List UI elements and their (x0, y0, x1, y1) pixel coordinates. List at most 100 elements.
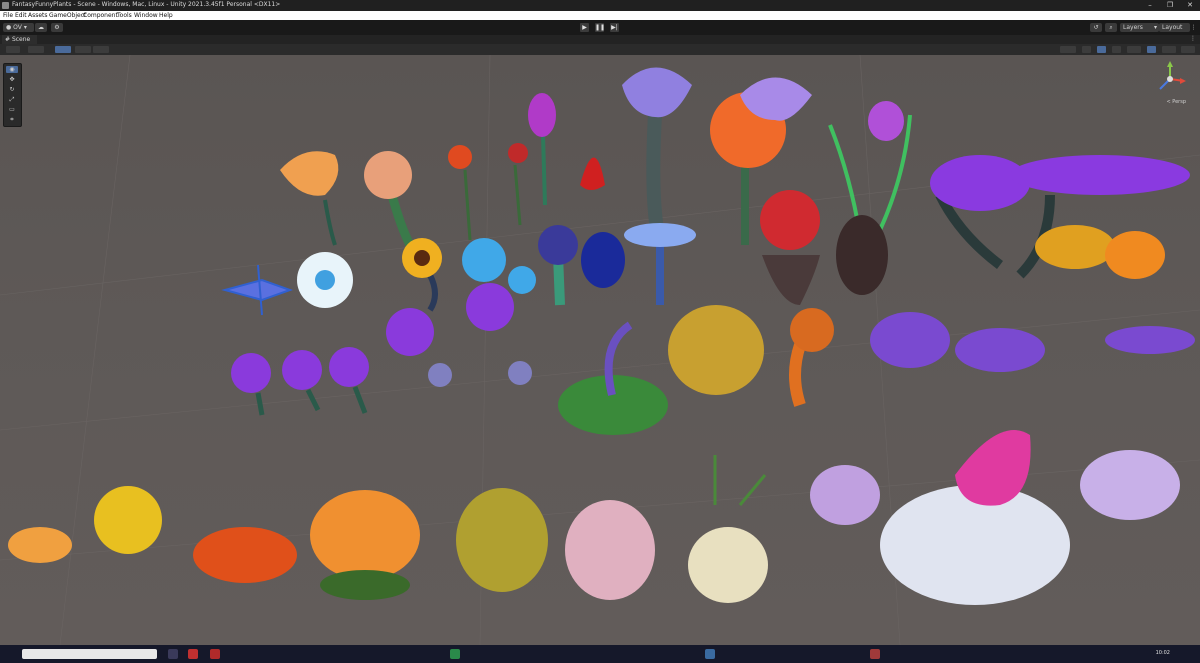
plant-navy-berries[interactable] (538, 225, 625, 306)
align-button[interactable] (93, 46, 109, 53)
app-icon[interactable] (210, 649, 220, 659)
plant-yellow-sunflower[interactable] (402, 238, 442, 312)
tab-scene[interactable]: # Scene (2, 35, 37, 44)
menu-component[interactable]: Component (83, 12, 118, 19)
plant-violet-octopus-mushrooms[interactable] (870, 312, 1195, 372)
plant-red-spiky-vase[interactable] (760, 190, 820, 305)
plant-orange-spiral-stalk[interactable] (789, 308, 834, 407)
plant-blue-urchin-stalk[interactable] (624, 223, 696, 305)
menu-bar: File Edit Assets GameObject Component To… (0, 11, 1200, 20)
plant-red-feather[interactable] (580, 157, 605, 191)
app-icon[interactable] (870, 649, 880, 659)
2d-toggle[interactable] (1082, 46, 1091, 53)
audio-toggle-icon[interactable] (1112, 46, 1121, 53)
scene-toolbar (0, 44, 1200, 55)
collab-icon[interactable]: ⚙ (51, 23, 63, 32)
history-icon[interactable]: ↺ (1090, 23, 1102, 32)
transform-tool-icon[interactable]: ⌗ (6, 116, 18, 123)
scene-viewport[interactable]: ◉ ✥ ↻ ⤢ ▭ ⌗ < Persp (0, 55, 1200, 645)
unity-app-icon (2, 2, 9, 9)
menu-tools[interactable]: Tools (117, 12, 132, 19)
plant-orange-blob-mushroom[interactable] (310, 490, 420, 600)
minimize-icon[interactable]: – (1140, 0, 1160, 11)
increment-snap-button[interactable] (75, 46, 91, 53)
plant-spotted-purple-coral[interactable] (810, 465, 880, 525)
orientation-gizmo[interactable] (1150, 59, 1190, 99)
plant-green-leaf-pad[interactable] (558, 321, 668, 435)
account-label: OV (13, 24, 22, 31)
close-icon[interactable]: ✕ (1180, 0, 1200, 11)
step-button[interactable]: ▶| (610, 23, 619, 32)
menu-edit[interactable]: Edit (15, 12, 27, 19)
taskbar-clock: 10:02 (1155, 650, 1170, 656)
layers-label: Layers (1123, 24, 1143, 31)
tab-scene-label: Scene (11, 36, 31, 43)
plant-spotted-lilac-tentacles[interactable] (1080, 450, 1180, 520)
play-button[interactable]: ▶ (580, 23, 589, 32)
plant-dark-bulb-pod[interactable] (836, 215, 888, 295)
chevron-down-icon: ▾ (23, 24, 27, 31)
plant-spotted-green-pod[interactable] (456, 488, 548, 592)
plant-spotted-orange-mushrooms[interactable] (8, 486, 162, 563)
scene-icon: # (5, 36, 11, 43)
search-icon[interactable]: ⌕ (1105, 23, 1117, 32)
hidden-objects-icon[interactable] (1147, 46, 1156, 53)
plant-orange-sponge-mushrooms[interactable] (1035, 225, 1165, 279)
window-title: FantasyFunnyPlants - Scene - Windows, Ma… (12, 1, 281, 8)
plant-orange-bellflower[interactable] (280, 151, 339, 246)
menu-help[interactable]: Help (159, 12, 173, 19)
plant-tall-purple-puffball[interactable] (386, 283, 532, 387)
window-titlebar: FantasyFunnyPlants - Scene - Windows, Ma… (0, 0, 1200, 11)
camera-dropdown[interactable] (1162, 46, 1176, 53)
move-tool-icon[interactable]: ✥ (6, 76, 18, 83)
restore-icon[interactable]: ❐ (1160, 0, 1180, 11)
gizmos-dropdown[interactable] (1181, 46, 1195, 53)
cloud-icon[interactable]: ☁ (35, 23, 47, 32)
plant-green-fern-cluster[interactable] (828, 101, 912, 236)
transform-tools: ◉ ✥ ↻ ⤢ ▭ ⌗ (3, 63, 22, 127)
pause-button[interactable]: ❚❚ (595, 23, 605, 32)
tab-bar: # Scene ⋮ (0, 35, 1200, 44)
rotate-tool-icon[interactable]: ↻ (6, 86, 18, 93)
plant-purple-tulip[interactable] (528, 93, 556, 206)
scene-render (0, 55, 1200, 645)
chevron-down-icon: ▾ (1153, 24, 1157, 31)
file-explorer-icon[interactable] (168, 649, 178, 659)
layout-label: Layout (1162, 24, 1183, 31)
app-icon[interactable] (450, 649, 460, 659)
shading-dropdown[interactable] (28, 46, 44, 53)
plant-pink-crown-flower[interactable] (880, 430, 1070, 605)
main-toolbar: ● OV ▾ ☁ ⚙ ▶ ❚❚ ▶| ↺ ⌕ Layers ▾ Layout ⋮ (0, 20, 1200, 35)
taskbar-search-field[interactable] (22, 649, 157, 659)
rect-tool-icon[interactable]: ▭ (6, 106, 18, 113)
plant-pale-pink-blossom[interactable] (565, 500, 655, 600)
layers-dropdown[interactable]: Layers ▾ (1120, 23, 1159, 32)
menu-window[interactable]: Window (134, 12, 158, 19)
grid-snap-button[interactable] (55, 46, 71, 53)
plant-orange-mushroom-cluster[interactable] (193, 527, 297, 583)
browser-icon[interactable] (188, 649, 198, 659)
account-dropdown[interactable]: ● OV ▾ (3, 23, 34, 32)
projection-label[interactable]: < Persp (1166, 99, 1186, 105)
plant-blue-spiky-star[interactable] (221, 264, 293, 316)
render-mode-dropdown[interactable] (1060, 46, 1076, 53)
plant-white-anemone[interactable] (297, 252, 353, 308)
view-tool-icon[interactable]: ◉ (6, 66, 18, 73)
scale-tool-icon[interactable]: ⤢ (6, 96, 18, 103)
tab-menu-icon[interactable]: ⋮ (1190, 35, 1196, 42)
menu-gameobject[interactable]: GameObject (49, 12, 86, 19)
lighting-toggle-icon[interactable] (1097, 46, 1106, 53)
effects-dropdown[interactable] (1127, 46, 1141, 53)
plant-peach-bulb[interactable] (364, 151, 415, 248)
menu-file[interactable]: File (3, 12, 13, 19)
layout-dropdown[interactable]: Layout (1159, 23, 1190, 32)
plant-purple-lotus-tall[interactable] (622, 67, 692, 247)
unity-taskbar-icon[interactable] (705, 649, 715, 659)
account-icon: ● (6, 24, 12, 31)
draw-mode-dropdown[interactable] (6, 46, 20, 53)
menu-assets[interactable]: Assets (28, 12, 48, 19)
os-taskbar: 10:02 (0, 645, 1200, 663)
plant-cream-bulb-antennae[interactable] (688, 455, 768, 603)
plant-pumpkin-gourd[interactable] (668, 305, 764, 395)
more-options-icon[interactable]: ⋮ (1190, 23, 1197, 32)
